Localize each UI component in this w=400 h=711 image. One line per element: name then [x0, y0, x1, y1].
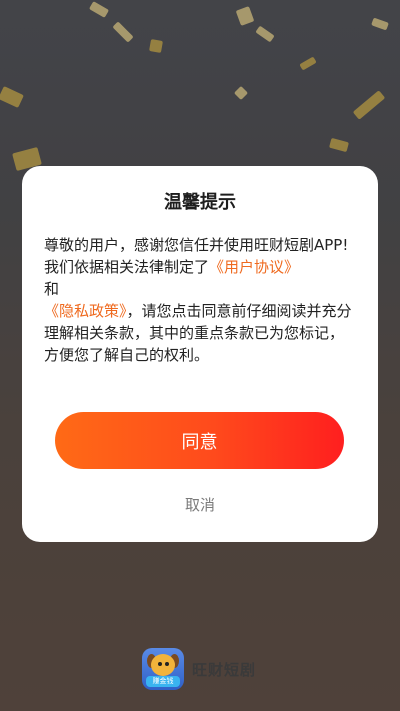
agree-button[interactable]: 同意 — [55, 412, 344, 469]
app-name: 旺财短剧 — [192, 660, 257, 679]
policy-prefix-text: 我们依据相关法律制定了 — [44, 258, 210, 276]
and-text: 和 — [44, 280, 60, 298]
dog-face-icon — [151, 654, 175, 676]
privacy-dialog: 温馨提示 尊敬的用户，感谢您信任并使用旺财短剧APP! 我们依据相关法律制定了《… — [22, 166, 378, 542]
user-agreement-link[interactable]: 《用户协议》 — [209, 258, 299, 276]
app-branding: 赚金钱 旺财短剧 — [142, 648, 256, 690]
privacy-policy-link[interactable]: 《隐私政策》 — [44, 302, 127, 320]
dog-eye-icon — [165, 662, 169, 666]
dialog-title: 温馨提示 — [164, 192, 236, 213]
dog-eye-icon — [158, 662, 162, 666]
intro-text: 尊敬的用户，感谢您信任并使用旺财短剧APP! — [44, 236, 349, 254]
cancel-button[interactable]: 取消 — [22, 494, 378, 515]
dialog-message: 尊敬的用户，感谢您信任并使用旺财短剧APP! 我们依据相关法律制定了《用户协议》… — [44, 234, 358, 366]
app-logo-icon: 赚金钱 — [142, 648, 184, 690]
logo-badge: 赚金钱 — [146, 676, 180, 687]
